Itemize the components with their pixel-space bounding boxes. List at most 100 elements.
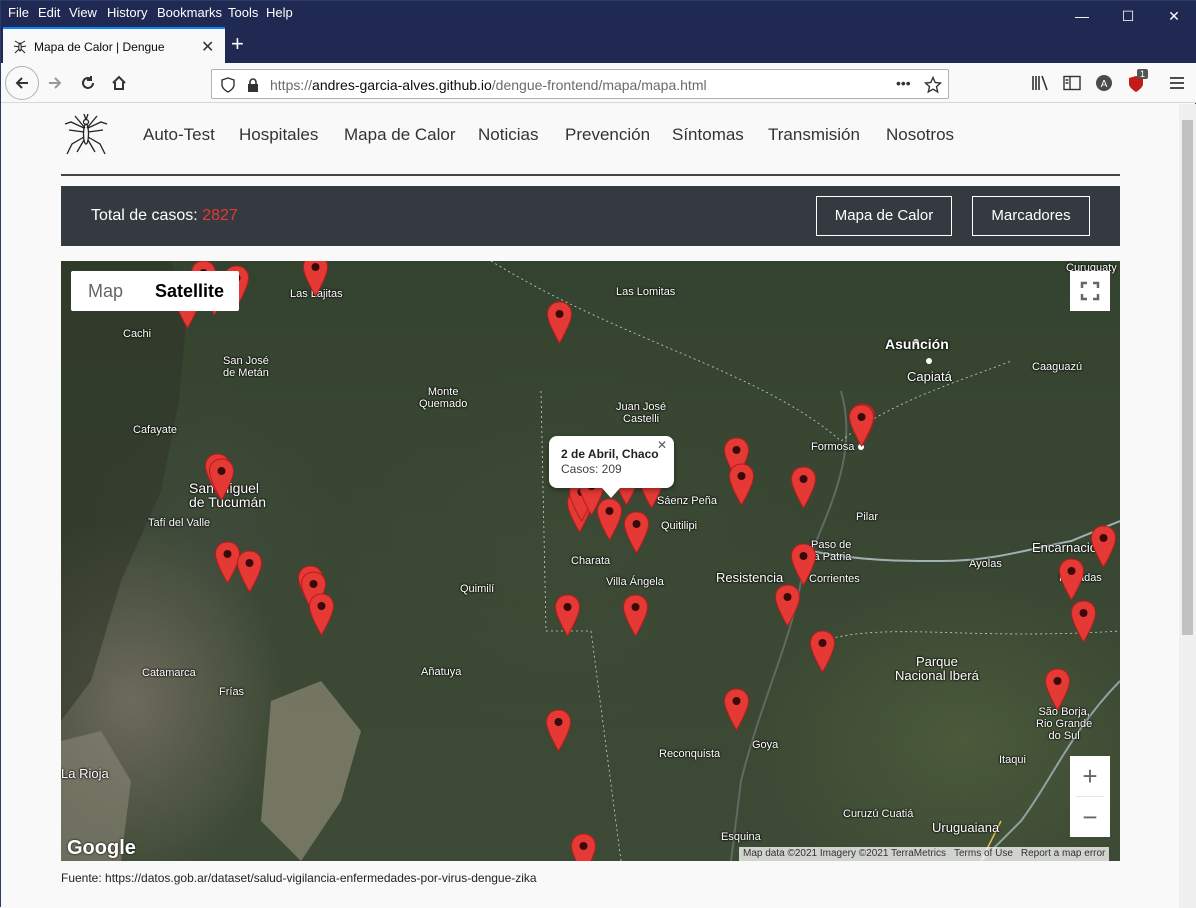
map-label-itaqui: Itaqui (999, 754, 1026, 766)
mosquito-logo-icon[interactable] (63, 110, 109, 156)
heatmap-button[interactable]: Mapa de Calor (816, 196, 952, 236)
map-marker[interactable] (1070, 600, 1097, 643)
menu-view[interactable]: View (69, 5, 97, 20)
map-label-capiata: Capiatá (907, 369, 952, 384)
menu-bookmarks[interactable]: Bookmarks (157, 5, 222, 20)
attribution-data: Map data ©2021 Imagery ©2021 TerraMetric… (743, 848, 946, 859)
map-label-saenz-pena: Sáenz Peña (657, 495, 717, 507)
map-marker[interactable] (723, 688, 750, 731)
map-marker[interactable] (809, 630, 836, 673)
map-marker[interactable] (622, 594, 649, 637)
map-type-map-button[interactable]: Map (71, 271, 140, 311)
map-marker[interactable] (728, 463, 755, 506)
map-label-villa-angela: Villa Ángela (606, 576, 664, 588)
map-label-cachi: Cachi (123, 328, 152, 340)
map-marker[interactable] (554, 594, 581, 637)
close-tab-icon[interactable]: ✕ (201, 37, 214, 57)
forward-arrow-icon (49, 77, 62, 89)
home-button[interactable] (105, 69, 133, 97)
google-logo[interactable]: Google (67, 837, 136, 860)
ublock-extension-button[interactable]: 1 (1127, 69, 1149, 93)
library-icon[interactable] (1031, 75, 1049, 91)
lock-icon[interactable] (246, 77, 260, 93)
map-label-charata: Charata (571, 555, 611, 567)
map-marker[interactable] (774, 584, 801, 627)
zoom-in-button[interactable]: + (1070, 756, 1110, 796)
account-icon[interactable]: A (1095, 74, 1113, 92)
map-label-anatuya: Añatuya (421, 666, 462, 678)
nav-mapa-de-calor[interactable]: Mapa de Calor (344, 125, 456, 145)
map-label-juan-jose-castelli: Juan José Castelli (616, 401, 667, 425)
map-label-corrientes: Corrientes (809, 573, 860, 585)
info-window-cases: Casos: 209 (561, 462, 622, 476)
map-label-sao-borja: São Borja, Rio Grande do Sul (1036, 706, 1093, 742)
map-marker[interactable] (545, 709, 572, 752)
reload-icon (82, 76, 94, 89)
map-label-esquina: Esquina (721, 831, 761, 843)
menu-edit[interactable]: Edit (38, 5, 60, 20)
nav-sintomas[interactable]: Síntomas (672, 125, 744, 145)
info-window: 2 de Abril, Chaco Casos: 209 ✕ (549, 436, 674, 498)
map-marker[interactable] (790, 543, 817, 586)
map-marker[interactable] (1044, 668, 1071, 711)
menu-bar: File Edit View History Bookmarks Tools H… (1, 1, 1196, 25)
map-canvas[interactable]: Curuguaty Las Lomitas Las Lajitas Cachi … (61, 261, 1120, 861)
fullscreen-button[interactable] (1070, 271, 1110, 311)
url-bar[interactable]: https://andres-garcia-alves.github.io/de… (211, 69, 949, 99)
map-marker[interactable] (623, 511, 650, 554)
nav-auto-test[interactable]: Auto-Test (143, 125, 215, 145)
nav-nosotros[interactable]: Nosotros (886, 125, 954, 145)
tab-mapa-de-calor[interactable]: Mapa de Calor | Dengue ✕ (3, 27, 225, 63)
hamburger-menu-icon[interactable] (1169, 75, 1185, 91)
map-marker[interactable] (208, 458, 235, 501)
scrollbar-thumb[interactable] (1182, 120, 1193, 635)
mosquito-favicon-icon (13, 40, 27, 54)
markers-button[interactable]: Marcadores (972, 196, 1090, 236)
map-marker[interactable] (1058, 558, 1085, 601)
nav-noticias[interactable]: Noticias (478, 125, 538, 145)
back-button[interactable] (5, 66, 39, 100)
shield-icon[interactable] (220, 77, 236, 93)
map-label-caaguazu: Caaguazú (1032, 361, 1083, 373)
fullscreen-icon (1080, 281, 1100, 301)
stats-bar: Total de casos: 2827 Mapa de Calor Marca… (61, 186, 1120, 246)
map-marker[interactable] (546, 301, 573, 344)
report-map-error-link[interactable]: Report a map error (1017, 848, 1109, 859)
map-type-satellite-button[interactable]: Satellite (140, 271, 239, 311)
menu-history[interactable]: History (107, 5, 147, 20)
url-text[interactable]: https://andres-garcia-alves.github.io/de… (270, 77, 707, 93)
new-tab-button[interactable]: + (231, 31, 244, 57)
map-marker[interactable] (848, 404, 875, 447)
map-label-monte-quemado: Monte Quemado (419, 386, 468, 410)
map-marker[interactable] (1090, 525, 1117, 568)
forward-button[interactable] (41, 69, 69, 97)
tab-title: Mapa de Calor | Dengue (34, 40, 165, 54)
total-cases-value: 2827 (202, 207, 238, 224)
page-scrollbar[interactable] (1179, 104, 1196, 908)
zoom-out-button[interactable]: − (1070, 797, 1110, 837)
nav-prevencion[interactable]: Prevención (565, 125, 650, 145)
browser-window: File Edit View History Bookmarks Tools H… (0, 0, 1196, 908)
page-viewport: Auto-Test Hospitales Mapa de Calor Notic… (1, 104, 1179, 908)
map-marker[interactable] (790, 466, 817, 509)
menu-help[interactable]: Help (266, 5, 293, 20)
nav-hospitales[interactable]: Hospitales (239, 125, 318, 145)
map-marker[interactable] (308, 593, 335, 636)
menu-tools[interactable]: Tools (228, 5, 258, 20)
map-marker[interactable] (302, 261, 329, 297)
reload-button[interactable] (74, 69, 102, 97)
map-marker[interactable] (236, 550, 263, 593)
terms-of-use-link[interactable]: Terms of Use (950, 848, 1017, 859)
header-divider (61, 174, 1120, 176)
page-actions-icon[interactable]: ••• (896, 75, 911, 91)
sidebar-icon[interactable] (1063, 75, 1081, 91)
menu-file[interactable]: File (8, 5, 29, 20)
info-window-close-icon[interactable]: ✕ (657, 438, 667, 452)
bookmark-star-icon[interactable] (924, 76, 942, 94)
nav-transmision[interactable]: Transmisión (768, 125, 860, 145)
map-label-quitilipi: Quitilipi (661, 520, 698, 532)
map-label-resistencia: Resistencia (716, 570, 784, 585)
back-arrow-icon (15, 77, 28, 89)
map-marker[interactable] (570, 833, 597, 861)
map-label-tafi-del-valle: Tafí del Valle (148, 517, 211, 529)
